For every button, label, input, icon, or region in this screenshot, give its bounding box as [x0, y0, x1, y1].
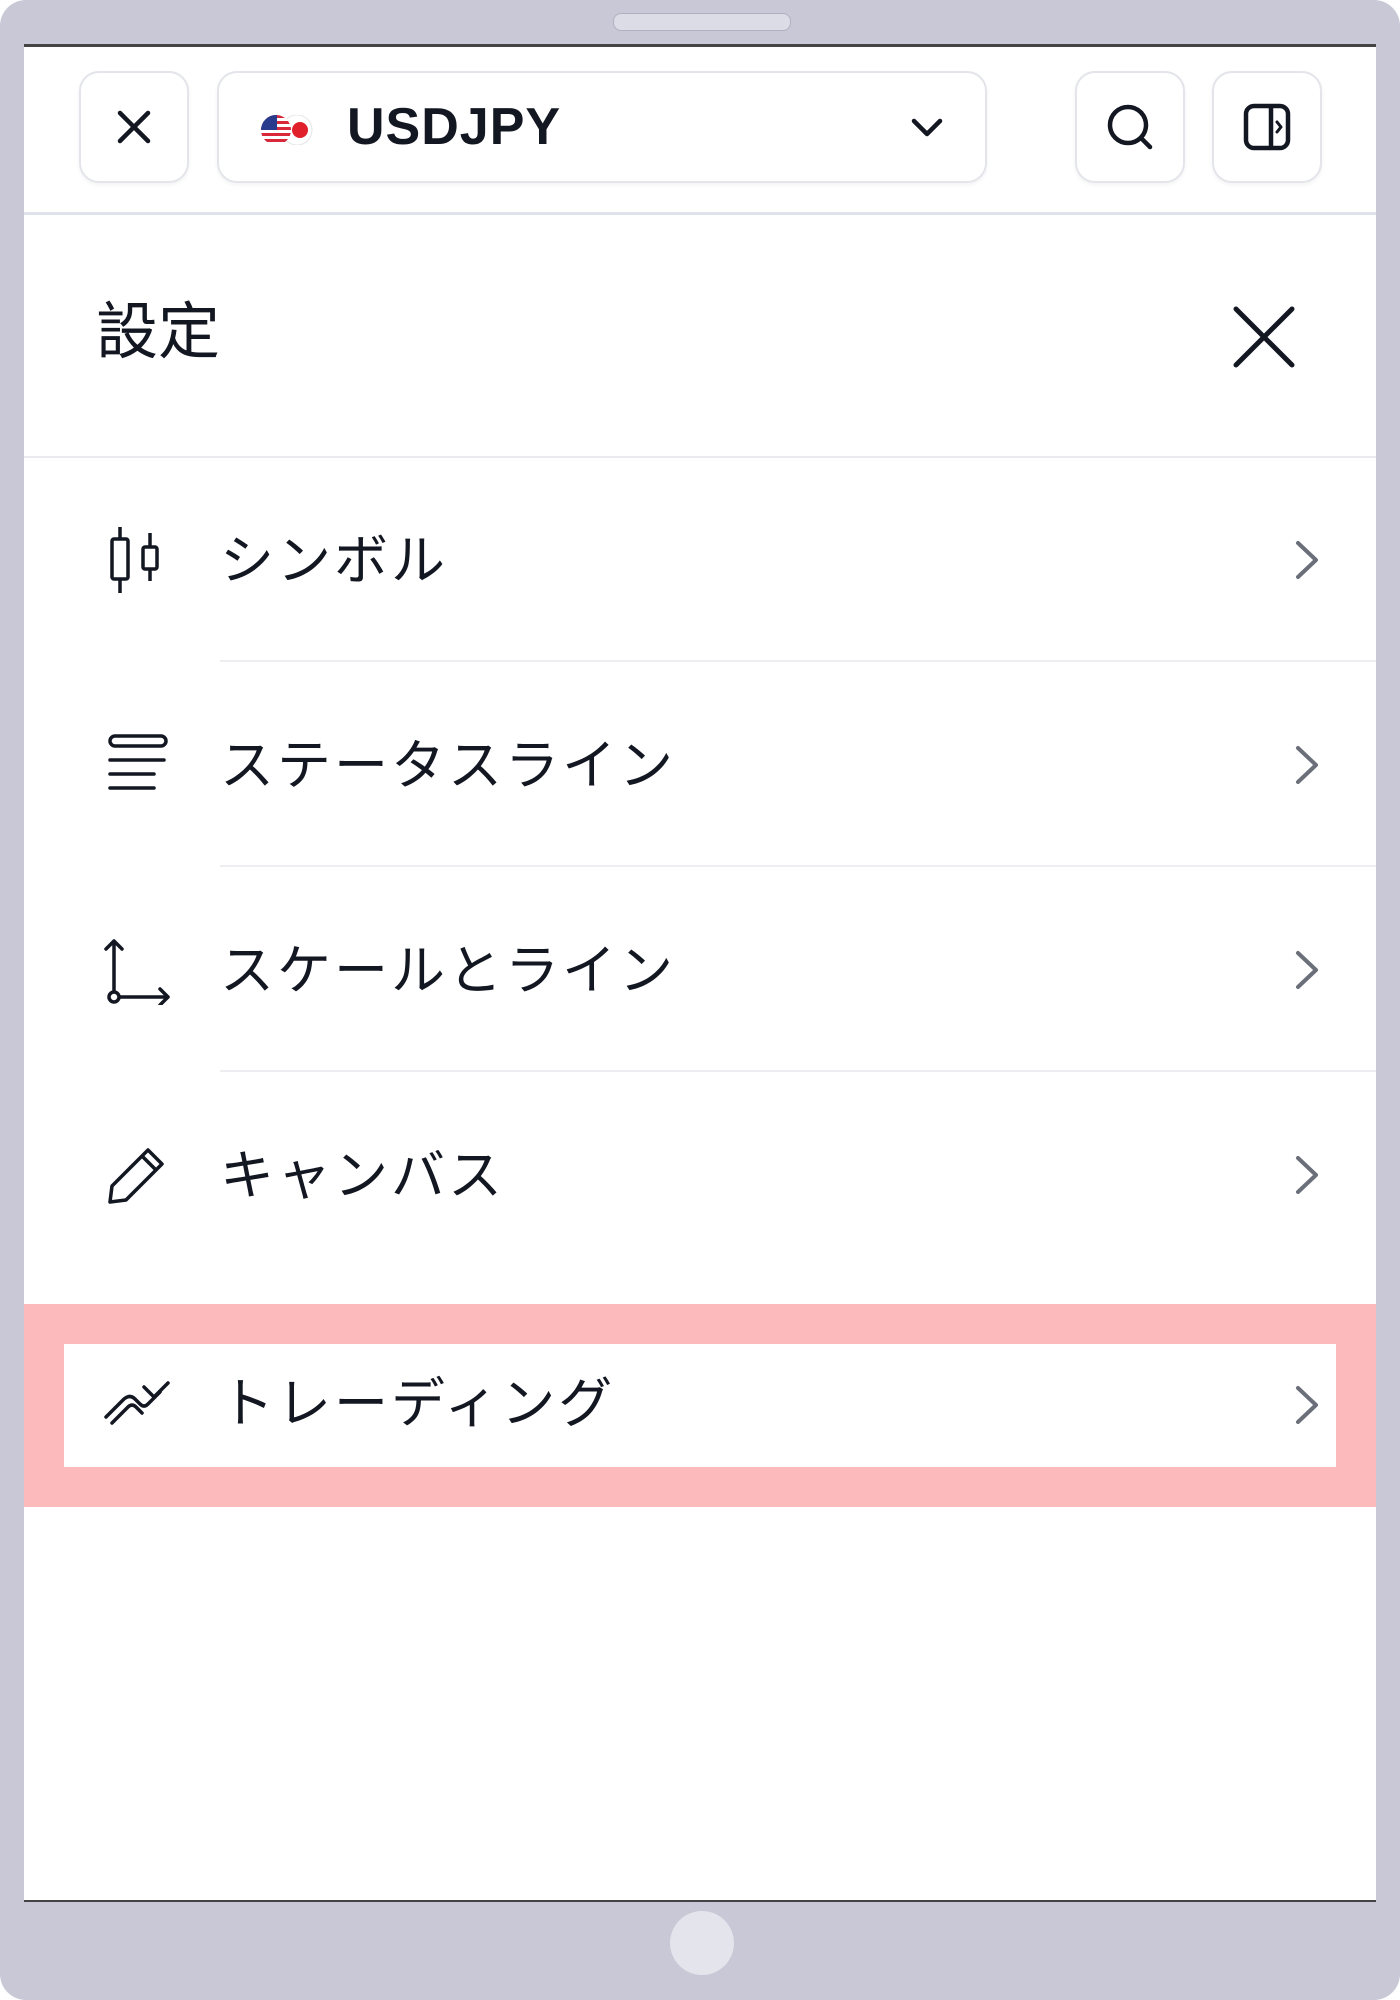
- scales-icon: [104, 939, 170, 1005]
- symbol-label: USDJPY: [347, 98, 562, 156]
- menu-item-label: スケールとライン: [220, 939, 676, 1002]
- menu-item-trading[interactable]: トレーディング: [64, 1344, 1336, 1467]
- menu-item-label: シンボル: [220, 529, 448, 592]
- chevron-down-icon: [911, 118, 943, 137]
- pencil-icon: [108, 1148, 164, 1204]
- menu-item-label: トレーディング: [220, 1372, 616, 1435]
- highlight-frame: トレーディング: [24, 1304, 1376, 1507]
- search-button[interactable]: [1075, 71, 1185, 183]
- menu-item-scales-and-lines[interactable]: スケールとライン: [24, 867, 1376, 1072]
- top-toolbar: USDJPY: [24, 47, 1376, 215]
- settings-title: 設定: [96, 295, 221, 368]
- status-line-icon: [108, 734, 168, 790]
- chevron-right-icon: [1296, 541, 1318, 579]
- sidebar-panel-icon: [1243, 103, 1291, 151]
- candlestick-icon: [110, 527, 159, 593]
- menu-item-canvas[interactable]: キャンバス: [24, 1072, 1376, 1277]
- search-icon: [1107, 104, 1153, 150]
- menu-item-label: ステータスライン: [220, 734, 676, 797]
- device-frame: USDJPY 設定 シンボル ステータスライン スケールとライン キャンバス ト…: [0, 0, 1400, 2000]
- close-icon: [117, 110, 151, 144]
- menu-item-status-line[interactable]: ステータスライン: [24, 662, 1376, 867]
- screen: USDJPY 設定 シンボル ステータスライン スケールとライン キャンバス ト…: [24, 44, 1376, 1902]
- chevron-right-icon: [1296, 1156, 1318, 1194]
- close-chart-button[interactable]: [79, 71, 189, 183]
- chevron-right-icon: [1296, 951, 1318, 989]
- trading-icon: [104, 1381, 170, 1425]
- symbol-selector[interactable]: USDJPY: [217, 71, 987, 183]
- menu-item-label: キャンバス: [220, 1144, 505, 1207]
- usd-jpy-flag-icon: [261, 115, 313, 145]
- chevron-right-icon: [1296, 746, 1318, 784]
- chevron-right-icon: [1296, 1386, 1318, 1424]
- close-settings-icon[interactable]: [1224, 297, 1304, 377]
- device-speaker: [613, 13, 791, 31]
- toggle-panel-button[interactable]: [1212, 71, 1322, 183]
- home-button[interactable]: [670, 1911, 734, 1975]
- menu-item-symbol[interactable]: シンボル: [24, 457, 1376, 662]
